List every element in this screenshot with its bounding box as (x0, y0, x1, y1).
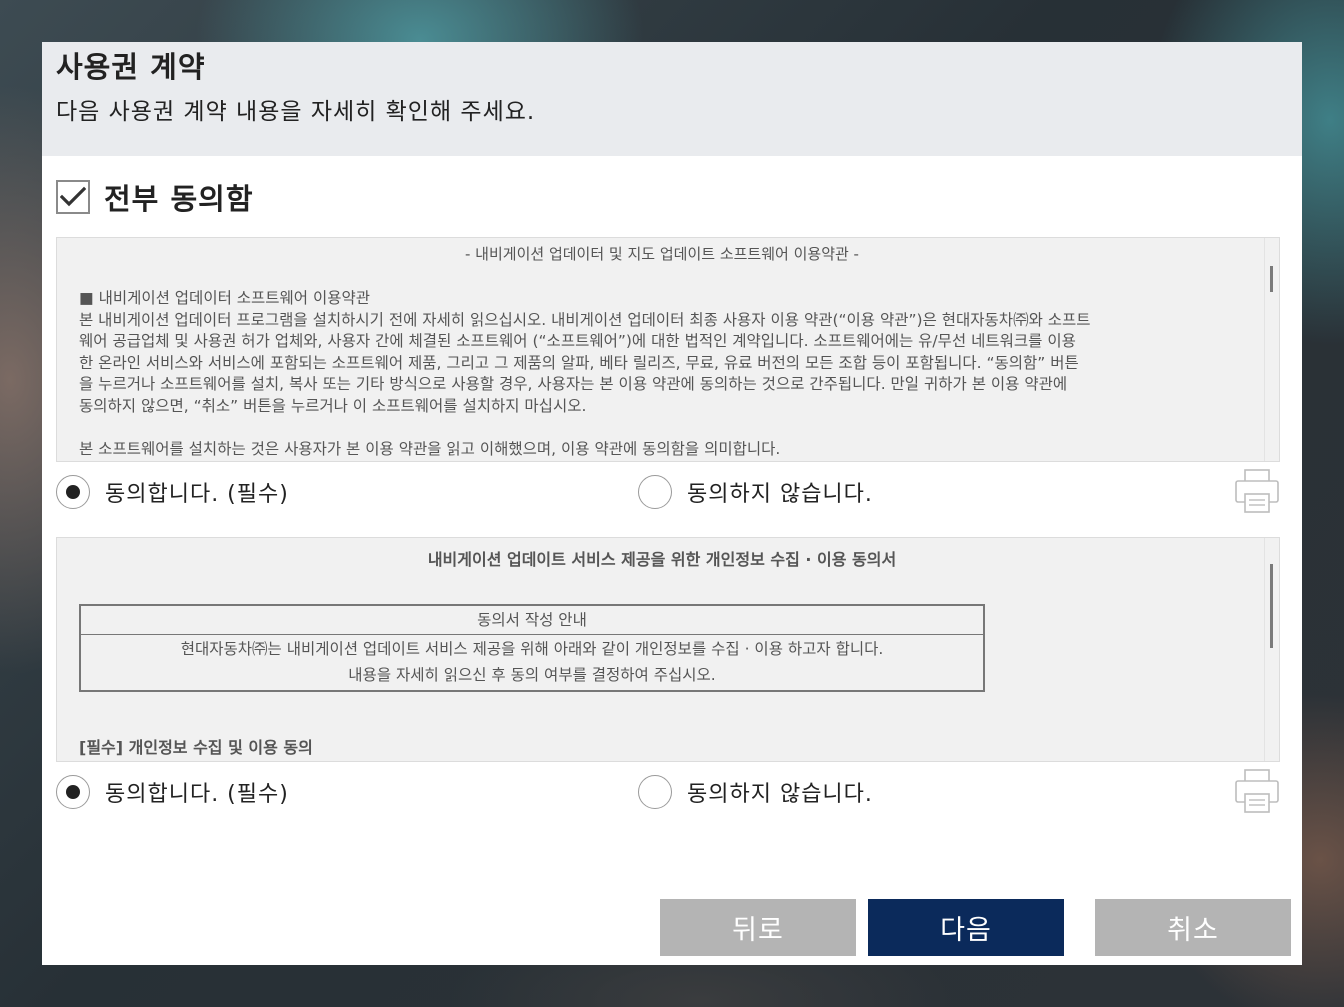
dialog-header: 사용권 계약 다음 사용권 계약 내용을 자세히 확인해 주세요. (42, 42, 1302, 156)
privacy-consent-scrollbar[interactable] (1264, 538, 1279, 761)
software-terms-scrollbar[interactable] (1264, 238, 1279, 461)
privacy-consent-scrollbox[interactable]: 내비게이션 업데이트 서비스 제공을 위한 개인정보 수집 · 이용 동의서 동… (56, 537, 1280, 762)
dialog-title: 사용권 계약 (56, 50, 206, 84)
printer-icon (1235, 469, 1279, 513)
print-terms-button[interactable] (1232, 466, 1282, 516)
software-terms-line: 웨어 공급업체 및 사용권 허가 업체와, 사용자 간에 체결된 소프트웨어 (… (79, 332, 1076, 350)
privacy-section-title: [필수] 개인정보 수집 및 이용 동의 (79, 738, 313, 757)
agree-all-checkbox[interactable] (56, 180, 90, 214)
privacy-consent-heading: 내비게이션 업데이트 서비스 제공을 위한 개인정보 수집 · 이용 동의서 (427, 550, 897, 569)
software-terms-consent-row: 동의합니다. (필수) 동의하지 않습니다. (56, 469, 1282, 513)
privacy-disagree-option[interactable]: 동의하지 않습니다. (638, 772, 873, 812)
disagree-radio[interactable] (638, 775, 672, 809)
agree-label: 동의합니다. (필수) (105, 482, 289, 507)
disagree-label: 동의하지 않습니다. (687, 482, 873, 507)
license-agreement-dialog: 사용권 계약 다음 사용권 계약 내용을 자세히 확인해 주세요. 전부 동의함… (42, 42, 1302, 965)
check-icon (60, 186, 86, 207)
software-terms-line: 본 소프트웨어를 설치하는 것은 사용자가 본 이용 약관을 읽고 이해했으며,… (79, 439, 781, 458)
software-terms-heading: - 내비게이션 업데이터 및 지도 업데이트 소프트웨어 이용약관 - (465, 245, 859, 263)
software-terms-disagree-option[interactable]: 동의하지 않습니다. (638, 472, 873, 512)
privacy-consent-row: 동의합니다. (필수) 동의하지 않습니다. (56, 769, 1282, 813)
disagree-radio[interactable] (638, 475, 672, 509)
privacy-agree-option[interactable]: 동의합니다. (필수) (56, 772, 289, 812)
agree-label: 동의합니다. (필수) (105, 782, 289, 807)
consent-guide-body: 현대자동차㈜는 내비게이션 업데이트 서비스 제공을 위해 아래와 같이 개인정… (81, 635, 983, 690)
radio-selected-dot (66, 485, 80, 499)
scrollbar-thumb[interactable] (1270, 266, 1273, 292)
consent-guide-title: 동의서 작성 안내 (81, 606, 983, 635)
radio-selected-dot (66, 785, 80, 799)
software-terms-line: 본 내비게이션 업데이터 프로그램을 설치하시기 전에 자세히 읽으십시오. 내… (79, 310, 1091, 329)
print-privacy-button[interactable] (1232, 766, 1282, 816)
agree-radio[interactable] (56, 475, 90, 509)
software-terms-body: ■ 내비게이션 업데이터 소프트웨어 이용약관 본 내비게이션 업데이터 프로그… (79, 288, 1264, 460)
back-button[interactable]: 뒤로 (660, 899, 856, 956)
cancel-button[interactable]: 취소 (1095, 899, 1291, 956)
software-terms-section-title: ■ 내비게이션 업데이터 소프트웨어 이용약관 (79, 289, 371, 307)
agree-all-label: 전부 동의함 (104, 182, 254, 216)
software-terms-line: 동의하지 않으면, “취소” 버튼을 누르거나 이 소프트웨어를 설치하지 마십… (79, 396, 587, 415)
software-terms-scrollbox[interactable]: - 내비게이션 업데이터 및 지도 업데이트 소프트웨어 이용약관 - ■ 내비… (56, 237, 1280, 462)
software-terms-line: 한 온라인 서비스와 서비스에 포함되는 소프트웨어 제품, 그리고 그 제품의… (79, 353, 1079, 372)
next-button[interactable]: 다음 (868, 899, 1064, 956)
printer-icon (1235, 769, 1279, 813)
scrollbar-thumb[interactable] (1270, 564, 1273, 648)
agree-all-option[interactable]: 전부 동의함 (56, 176, 254, 218)
consent-guide-table: 동의서 작성 안내 현대자동차㈜는 내비게이션 업데이트 서비스 제공을 위해 … (79, 604, 985, 692)
dialog-subtitle: 다음 사용권 계약 내용을 자세히 확인해 주세요. (56, 99, 536, 125)
software-terms-agree-option[interactable]: 동의합니다. (필수) (56, 472, 289, 512)
software-terms-line: 을 누르거나 소프트웨어를 설치, 복사 또는 기타 방식으로 사용할 경우, … (79, 375, 1068, 393)
disagree-label: 동의하지 않습니다. (687, 782, 873, 807)
consent-guide-line: 현대자동차㈜는 내비게이션 업데이트 서비스 제공을 위해 아래와 같이 개인정… (180, 640, 884, 658)
consent-guide-line: 내용을 자세히 읽으신 후 동의 여부를 결정하여 주십시오. (348, 666, 716, 684)
agree-radio[interactable] (56, 775, 90, 809)
